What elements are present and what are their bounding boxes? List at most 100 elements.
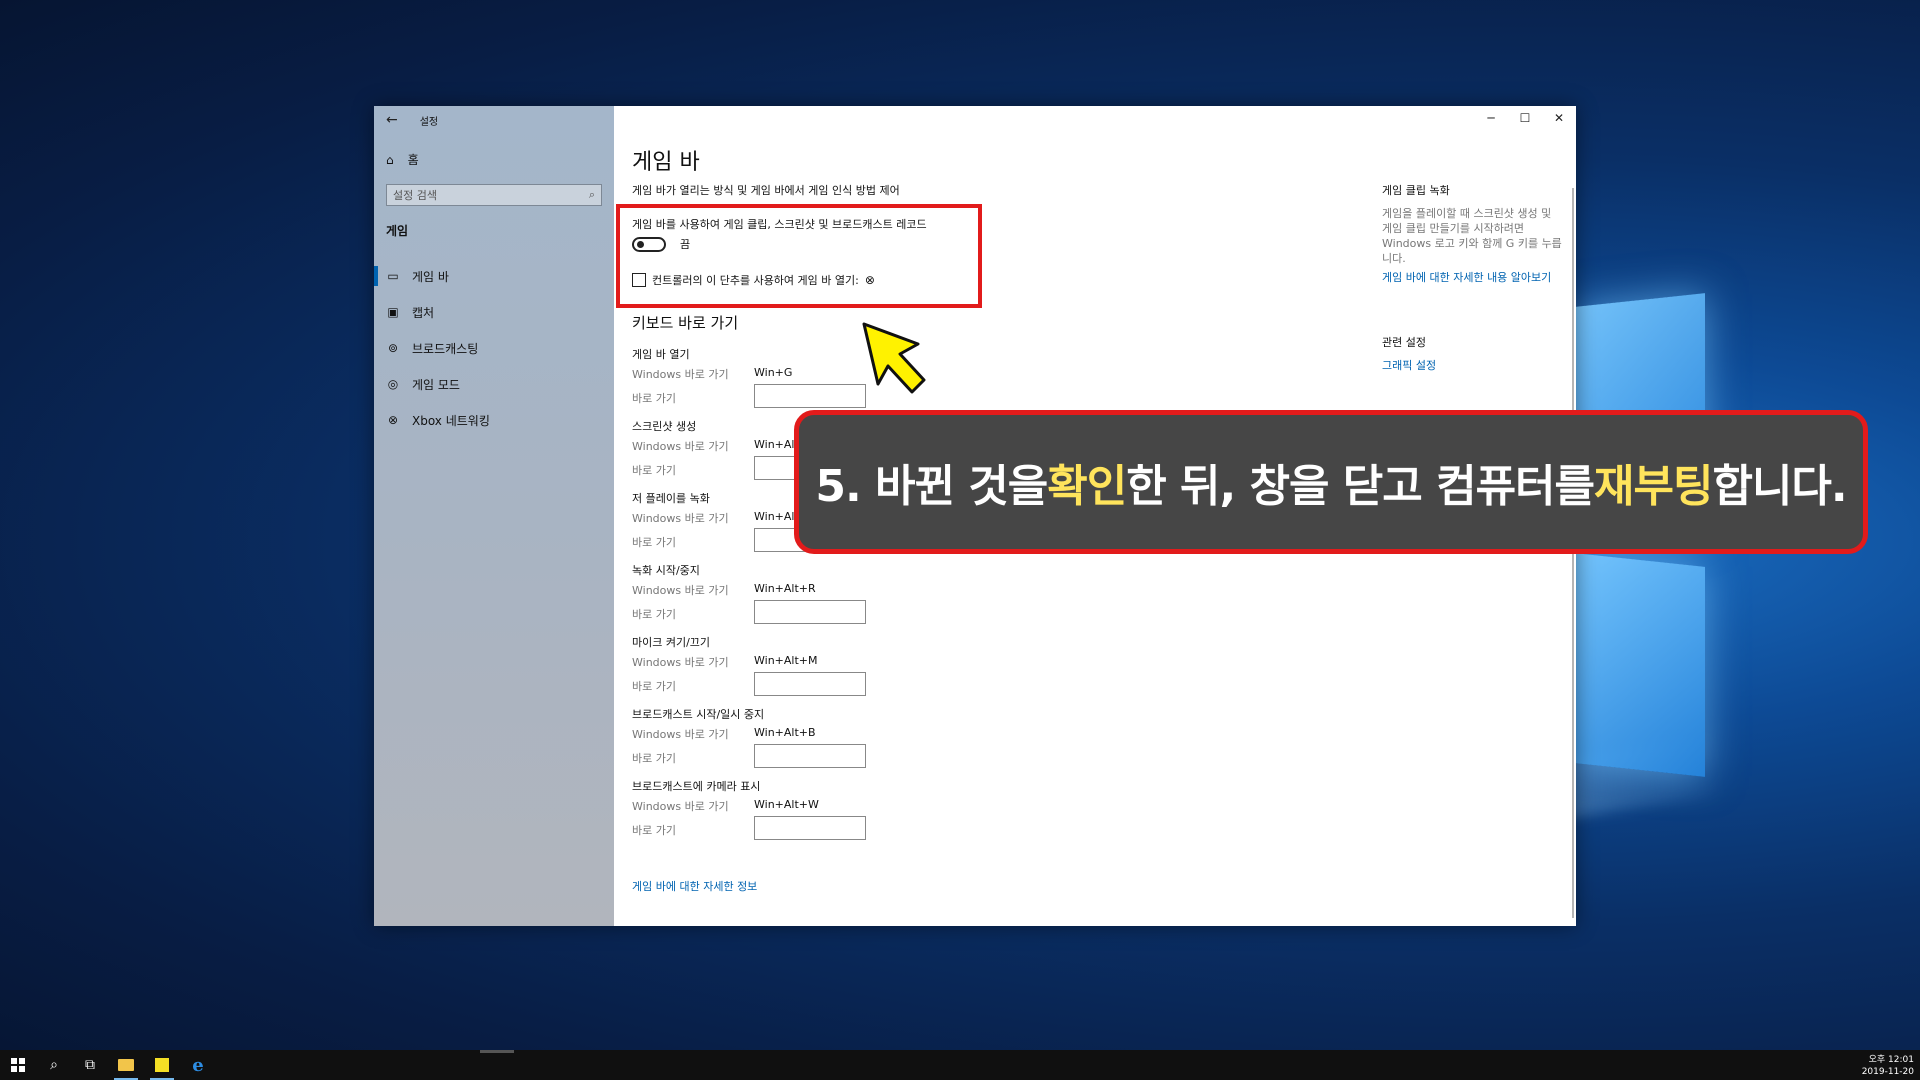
windows-shortcut-label: Windows 바로 가기 bbox=[632, 512, 729, 525]
taskbar-indicator bbox=[480, 1050, 514, 1053]
title-bar: ← 설정 bbox=[386, 112, 438, 128]
search-placeholder: 설정 검색 bbox=[393, 189, 437, 202]
folder-icon bbox=[118, 1059, 134, 1071]
maximize-button[interactable]: ☐ bbox=[1508, 106, 1542, 130]
minimize-button[interactable]: ─ bbox=[1474, 106, 1508, 130]
windows-shortcut-label: Windows 바로 가기 bbox=[632, 800, 729, 813]
pointer-arrow-icon bbox=[862, 322, 926, 394]
home-icon: ⌂ bbox=[386, 152, 394, 167]
windows-shortcut-value: Win+Alt bbox=[754, 510, 799, 523]
search-icon: ⌕ bbox=[50, 1057, 58, 1073]
custom-shortcut-input[interactable] bbox=[754, 744, 866, 768]
callout-text-2: 한 뒤, 창을 닫고 컴퓨터를 bbox=[1126, 461, 1595, 512]
custom-shortcut-label: 바로 가기 bbox=[632, 824, 676, 837]
clock-time: 오후 12:01 bbox=[1868, 1055, 1914, 1065]
controller-label: 컨트롤러의 이 단추를 사용하여 게임 바 열기: bbox=[652, 274, 859, 287]
custom-shortcut-label: 바로 가기 bbox=[632, 392, 676, 405]
page-description: 게임 바가 열리는 방식 및 게임 바에서 게임 인식 방법 제어 bbox=[632, 184, 900, 197]
shortcut-group: 녹화 시작/중지 Windows 바로 가기 Win+Alt+R 바로 가기 bbox=[632, 562, 892, 634]
sidebar: ← 설정 ⌂ 홈 설정 검색 ⌕ 게임 ▭ 게임 바 ▣ 캡처 ⊚ 브로드캐스팅 bbox=[374, 106, 614, 926]
callout-highlight-confirm: 확인 bbox=[1047, 461, 1127, 512]
shortcut-group: 마이크 켜기/끄기 Windows 바로 가기 Win+Alt+M 바로 가기 bbox=[632, 634, 892, 706]
learn-more-link[interactable]: 게임 바에 대한 자세한 내용 알아보기 bbox=[1382, 270, 1562, 285]
shortcut-name: 저 플레이를 녹화 bbox=[632, 492, 710, 505]
sidebar-section-title: 게임 bbox=[386, 224, 409, 238]
shortcut-name: 마이크 켜기/끄기 bbox=[632, 636, 711, 649]
custom-shortcut-input[interactable] bbox=[754, 600, 866, 624]
callout-text-1: 5. 바뀐 것을 bbox=[815, 461, 1048, 512]
custom-shortcut-input[interactable] bbox=[754, 816, 866, 840]
sticky-notes-icon bbox=[155, 1058, 169, 1072]
custom-shortcut-label: 바로 가기 bbox=[632, 464, 676, 477]
callout-text-3: 합니다. bbox=[1712, 461, 1847, 512]
shortcut-name: 브로드캐스트 시작/일시 중지 bbox=[632, 708, 765, 721]
custom-shortcut-label: 바로 가기 bbox=[632, 608, 676, 621]
related-settings-title: 관련 설정 bbox=[1382, 336, 1426, 349]
sidebar-item-label: 게임 모드 bbox=[412, 377, 460, 392]
record-toggle[interactable] bbox=[632, 236, 666, 252]
shortcut-name: 게임 바 열기 bbox=[632, 348, 690, 361]
graphics-settings-link[interactable]: 그래픽 설정 bbox=[1382, 358, 1436, 373]
shortcut-group: 게임 바 열기 Windows 바로 가기 Win+G 바로 가기 bbox=[632, 346, 892, 418]
sidebar-item-game-bar[interactable]: ▭ 게임 바 bbox=[374, 258, 614, 294]
windows-shortcut-value: Win+Alt bbox=[754, 438, 799, 451]
record-toggle-row: 끔 bbox=[632, 236, 690, 252]
edge-browser-button[interactable]: e bbox=[180, 1050, 216, 1080]
broadcast-icon: ⊚ bbox=[387, 341, 399, 355]
windows-shortcut-label: Windows 바로 가기 bbox=[632, 728, 729, 741]
windows-shortcut-label: Windows 바로 가기 bbox=[632, 368, 729, 381]
windows-shortcut-value: Win+Alt+R bbox=[754, 582, 816, 595]
sidebar-item-game-mode[interactable]: ◎ 게임 모드 bbox=[374, 366, 614, 402]
sidebar-item-capture[interactable]: ▣ 캡처 bbox=[374, 294, 614, 330]
search-button[interactable]: ⌕ bbox=[36, 1050, 72, 1080]
windows-shortcut-value: Win+G bbox=[754, 366, 793, 379]
close-button[interactable]: ✕ bbox=[1542, 106, 1576, 130]
controller-checkbox[interactable] bbox=[632, 273, 646, 287]
sidebar-item-label: 브로드캐스팅 bbox=[412, 341, 479, 356]
custom-shortcut-input[interactable] bbox=[754, 672, 866, 696]
search-input[interactable]: 설정 검색 ⌕ bbox=[386, 184, 602, 206]
custom-shortcut-input[interactable] bbox=[754, 384, 866, 408]
windows-shortcut-value: Win+Alt+M bbox=[754, 654, 818, 667]
page-title: 게임 바 bbox=[632, 150, 700, 175]
game-bar-icon: ▭ bbox=[387, 269, 399, 283]
windows-logo-pane bbox=[1575, 553, 1705, 777]
sidebar-item-xbox-networking[interactable]: ⊗ Xbox 네트워킹 bbox=[374, 402, 614, 438]
sidebar-item-broadcast[interactable]: ⊚ 브로드캐스팅 bbox=[374, 330, 614, 366]
toggle-state-label: 끔 bbox=[680, 238, 691, 251]
windows-start-icon bbox=[11, 1058, 25, 1072]
sticky-notes-button[interactable] bbox=[144, 1050, 180, 1080]
clip-recording-title: 게임 클립 녹화 bbox=[1382, 184, 1450, 197]
more-info-link[interactable]: 게임 바에 대한 자세한 정보 bbox=[632, 878, 757, 894]
windows-shortcut-value: Win+Alt+B bbox=[754, 726, 816, 739]
start-button[interactable] bbox=[0, 1050, 36, 1080]
taskbar-clock[interactable]: 오후 12:01 2019-11-20 bbox=[1862, 1054, 1914, 1078]
app-title: 설정 bbox=[419, 116, 439, 128]
sidebar-nav: ▭ 게임 바 ▣ 캡처 ⊚ 브로드캐스팅 ◎ 게임 모드 ⊗ Xbox 네트워킹 bbox=[374, 258, 614, 438]
custom-shortcut-label: 바로 가기 bbox=[632, 680, 676, 693]
related-settings: 관련 설정 그래픽 설정 bbox=[1382, 334, 1436, 373]
keyboard-shortcuts-title: 키보드 바로 가기 bbox=[632, 314, 739, 332]
task-view-button[interactable]: ⧉ bbox=[72, 1050, 108, 1080]
internet-explorer-icon: e bbox=[192, 1054, 204, 1076]
clock-date: 2019-11-20 bbox=[1861, 1067, 1914, 1077]
capture-icon: ▣ bbox=[387, 305, 399, 319]
sidebar-item-home[interactable]: ⌂ 홈 bbox=[386, 151, 419, 168]
custom-shortcut-label: 바로 가기 bbox=[632, 752, 676, 765]
back-arrow-icon[interactable]: ← bbox=[386, 112, 398, 128]
right-info-panel: 게임 클립 녹화 게임을 플레이할 때 스크린샷 생성 및 게임 클립 만들기를… bbox=[1382, 182, 1562, 285]
file-explorer-button[interactable] bbox=[108, 1050, 144, 1080]
custom-shortcut-label: 바로 가기 bbox=[632, 536, 676, 549]
home-label: 홈 bbox=[407, 153, 419, 167]
taskbar: ⌕ ⧉ e 오후 12:01 2019-11-20 bbox=[0, 1050, 1920, 1080]
window-controls: ─ ☐ ✕ bbox=[1474, 106, 1576, 130]
windows-shortcut-label: Windows 바로 가기 bbox=[632, 584, 729, 597]
sidebar-item-label: Xbox 네트워킹 bbox=[412, 413, 490, 428]
task-view-icon: ⧉ bbox=[85, 1057, 95, 1073]
sidebar-item-label: 게임 바 bbox=[412, 269, 449, 284]
sidebar-item-label: 캡처 bbox=[412, 305, 435, 320]
game-mode-icon: ◎ bbox=[387, 377, 399, 391]
shortcut-name: 스크린샷 생성 bbox=[632, 420, 697, 433]
windows-shortcut-label: Windows 바로 가기 bbox=[632, 440, 729, 453]
shortcut-group: 브로드캐스트 시작/일시 중지 Windows 바로 가기 Win+Alt+B … bbox=[632, 706, 892, 778]
